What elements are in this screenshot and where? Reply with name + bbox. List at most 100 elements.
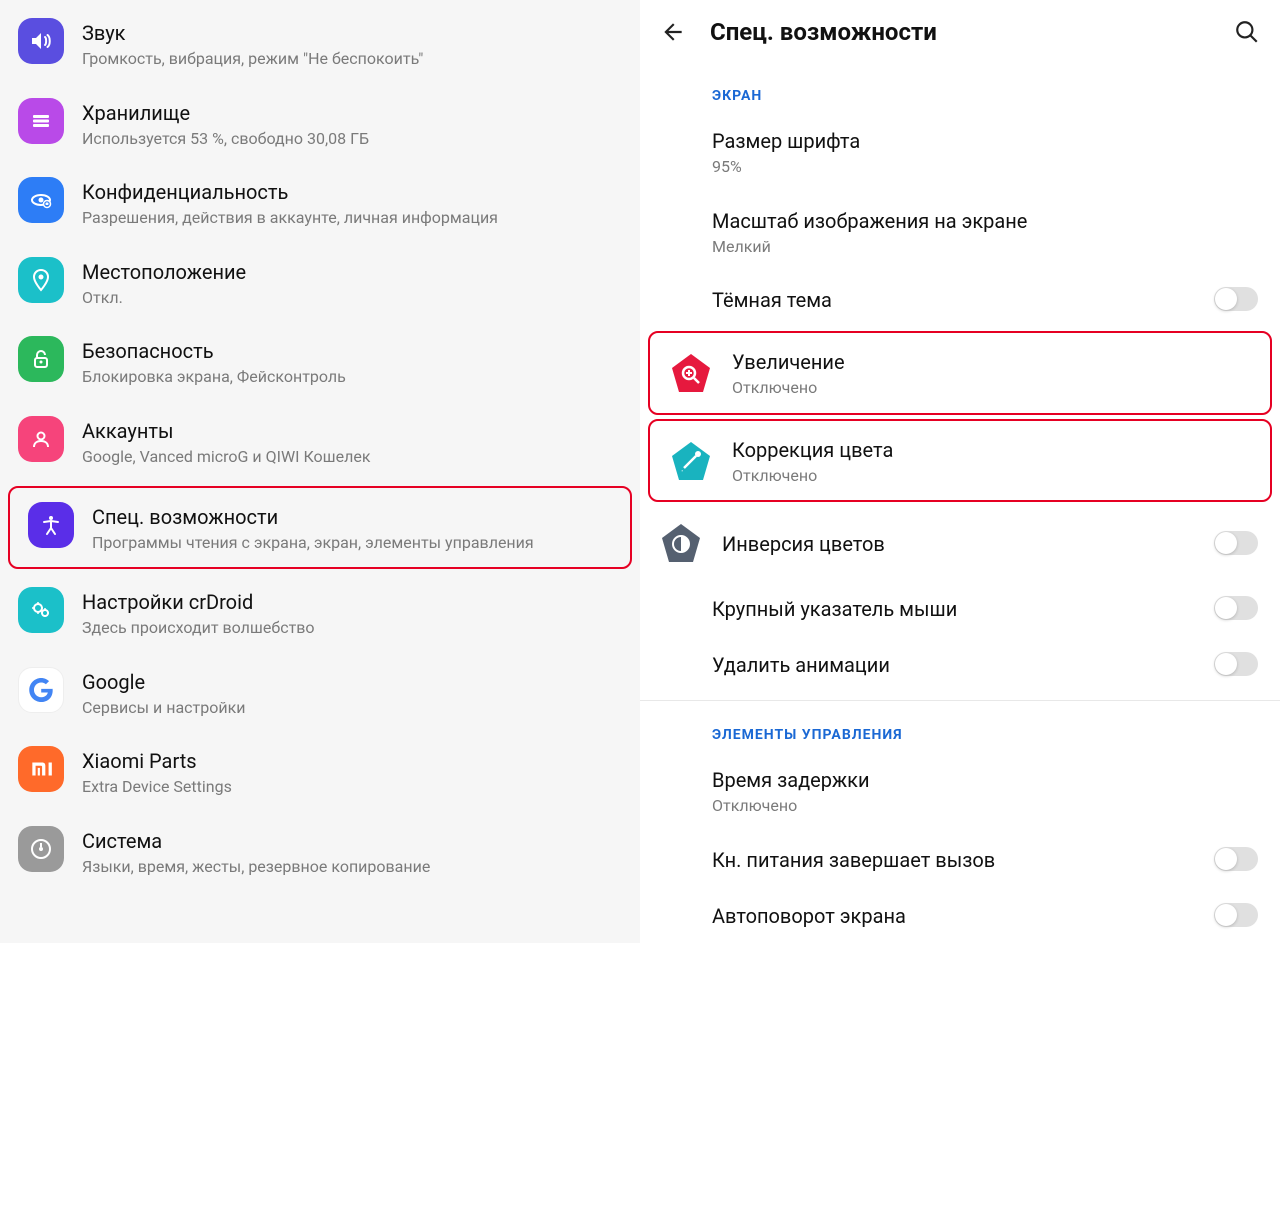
settings-item-accounts[interactable]: Аккаунты Google, Vanced microG и QIWI Ко… (0, 402, 640, 482)
item-subtitle: 95% (712, 156, 1258, 178)
item-text: Автоповорот экрана (712, 901, 1196, 929)
item-title: Хранилище (82, 100, 622, 126)
settings-item-accessibility[interactable]: Спец. возможности Программы чтения с экр… (8, 486, 632, 570)
item-color-inversion[interactable]: Инверсия цветов (640, 506, 1280, 580)
security-icon (18, 336, 64, 382)
item-text: Кн. питания завершает вызов (712, 845, 1196, 873)
item-title: Звук (82, 20, 622, 46)
section-header-controls: ЭЛЕМЕНТЫ УПРАВЛЕНИЯ (640, 709, 1280, 751)
xiaomi-icon (18, 746, 64, 792)
divider (640, 700, 1280, 701)
settings-item-location[interactable]: Местоположение Откл. (0, 243, 640, 323)
search-icon[interactable] (1234, 19, 1260, 45)
item-title: Масштаб изображения на экране (712, 208, 1258, 234)
item-title: Безопасность (82, 338, 622, 364)
item-subtitle: Программы чтения с экрана, экран, элемен… (92, 532, 612, 554)
item-display-scale[interactable]: Масштаб изображения на экране Мелкий (640, 192, 1280, 272)
item-text: Время задержки Отключено (712, 765, 1258, 817)
settings-item-sound[interactable]: Звук Громкость, вибрация, режим "Не бесп… (0, 4, 640, 84)
toggle-power-end-call[interactable] (1214, 847, 1258, 871)
item-title: Google (82, 669, 622, 695)
toggle-dark-theme[interactable] (1214, 287, 1258, 311)
item-subtitle: Разрешения, действия в аккаунте, личная … (82, 207, 622, 229)
settings-item-crdroid[interactable]: Настройки crDroid Здесь происходит волше… (0, 573, 640, 653)
item-text: Система Языки, время, жесты, резервное к… (82, 826, 622, 878)
item-subtitle: Языки, время, жесты, резервное копирован… (82, 856, 622, 878)
back-icon[interactable] (660, 19, 686, 45)
magnification-icon (668, 350, 714, 396)
item-text: Хранилище Используется 53 %, свободно 30… (82, 98, 622, 150)
item-subtitle: Отключено (732, 465, 1248, 487)
accessibility-icon (28, 502, 74, 548)
sound-icon (18, 18, 64, 64)
item-title: Инверсия цветов (722, 531, 1196, 557)
item-subtitle: Extra Device Settings (82, 776, 622, 798)
item-subtitle: Громкость, вибрация, режим "Не беспокоит… (82, 48, 622, 70)
system-icon (18, 826, 64, 872)
item-title: Размер шрифта (712, 128, 1258, 154)
item-subtitle: Используется 53 %, свободно 30,08 ГБ (82, 128, 622, 150)
page-title: Спец. возможности (710, 18, 1210, 46)
item-magnification[interactable]: Увеличение Отключено (648, 331, 1272, 415)
panel-header: Спец. возможности (640, 0, 1280, 70)
item-text: Масштаб изображения на экране Мелкий (712, 206, 1258, 258)
item-text: Xiaomi Parts Extra Device Settings (82, 746, 622, 798)
item-text: Настройки crDroid Здесь происходит волше… (82, 587, 622, 639)
item-title: Коррекция цвета (732, 437, 1248, 463)
section-header-screen: ЭКРАН (640, 70, 1280, 112)
item-text: Инверсия цветов (722, 529, 1196, 557)
toggle-color-inversion[interactable] (1214, 531, 1258, 555)
item-text: Коррекция цвета Отключено (732, 435, 1248, 487)
item-color-correction[interactable]: Коррекция цвета Отключено (648, 419, 1272, 503)
item-delay-time[interactable]: Время задержки Отключено (640, 751, 1280, 831)
accessibility-panel: Спец. возможности ЭКРАН Размер шрифта 95… (640, 0, 1280, 943)
item-title: Настройки crDroid (82, 589, 622, 615)
settings-item-xiaomi[interactable]: Xiaomi Parts Extra Device Settings (0, 732, 640, 812)
item-title: Крупный указатель мыши (712, 596, 1196, 622)
item-text: Тёмная тема (712, 285, 1196, 313)
item-large-cursor[interactable]: Крупный указатель мыши (640, 580, 1280, 636)
item-subtitle: Сервисы и настройки (82, 697, 622, 719)
item-text: Удалить анимации (712, 650, 1196, 678)
item-text: Конфиденциальность Разрешения, действия … (82, 177, 622, 229)
toggle-auto-rotate[interactable] (1214, 903, 1258, 927)
toggle-remove-animations[interactable] (1214, 652, 1258, 676)
item-auto-rotate[interactable]: Автоповорот экрана (640, 887, 1280, 943)
item-text: Спец. возможности Программы чтения с экр… (92, 502, 612, 554)
item-title: Xiaomi Parts (82, 748, 622, 774)
item-title: Местоположение (82, 259, 622, 285)
settings-item-security[interactable]: Безопасность Блокировка экрана, Фейсконт… (0, 322, 640, 402)
item-subtitle: Мелкий (712, 236, 1258, 258)
color-inversion-icon (658, 520, 704, 566)
color-correction-icon (668, 438, 714, 484)
item-subtitle: Откл. (82, 287, 622, 309)
item-font-size[interactable]: Размер шрифта 95% (640, 112, 1280, 192)
location-icon (18, 257, 64, 303)
settings-main-list: Звук Громкость, вибрация, режим "Не бесп… (0, 0, 640, 943)
storage-icon (18, 98, 64, 144)
settings-item-google[interactable]: Google Сервисы и настройки (0, 653, 640, 733)
google-icon (18, 667, 64, 713)
item-text: Крупный указатель мыши (712, 594, 1196, 622)
item-subtitle: Google, Vanced microG и QIWI Кошелек (82, 446, 622, 468)
item-subtitle: Блокировка экрана, Фейсконтроль (82, 366, 622, 388)
item-dark-theme[interactable]: Тёмная тема (640, 271, 1280, 327)
settings-item-privacy[interactable]: Конфиденциальность Разрешения, действия … (0, 163, 640, 243)
item-remove-animations[interactable]: Удалить анимации (640, 636, 1280, 692)
item-text: Аккаунты Google, Vanced microG и QIWI Ко… (82, 416, 622, 468)
item-title: Конфиденциальность (82, 179, 622, 205)
item-subtitle: Отключено (712, 795, 1258, 817)
item-title: Система (82, 828, 622, 854)
item-power-end-call[interactable]: Кн. питания завершает вызов (640, 831, 1280, 887)
item-subtitle: Отключено (732, 377, 1248, 399)
item-text: Местоположение Откл. (82, 257, 622, 309)
item-text: Безопасность Блокировка экрана, Фейсконт… (82, 336, 622, 388)
item-text: Увеличение Отключено (732, 347, 1248, 399)
item-title: Тёмная тема (712, 287, 1196, 313)
settings-item-storage[interactable]: Хранилище Используется 53 %, свободно 30… (0, 84, 640, 164)
item-subtitle: Здесь происходит волшебство (82, 617, 622, 639)
item-text: Звук Громкость, вибрация, режим "Не бесп… (82, 18, 622, 70)
item-title: Время задержки (712, 767, 1258, 793)
settings-item-system[interactable]: Система Языки, время, жесты, резервное к… (0, 812, 640, 892)
toggle-large-cursor[interactable] (1214, 596, 1258, 620)
